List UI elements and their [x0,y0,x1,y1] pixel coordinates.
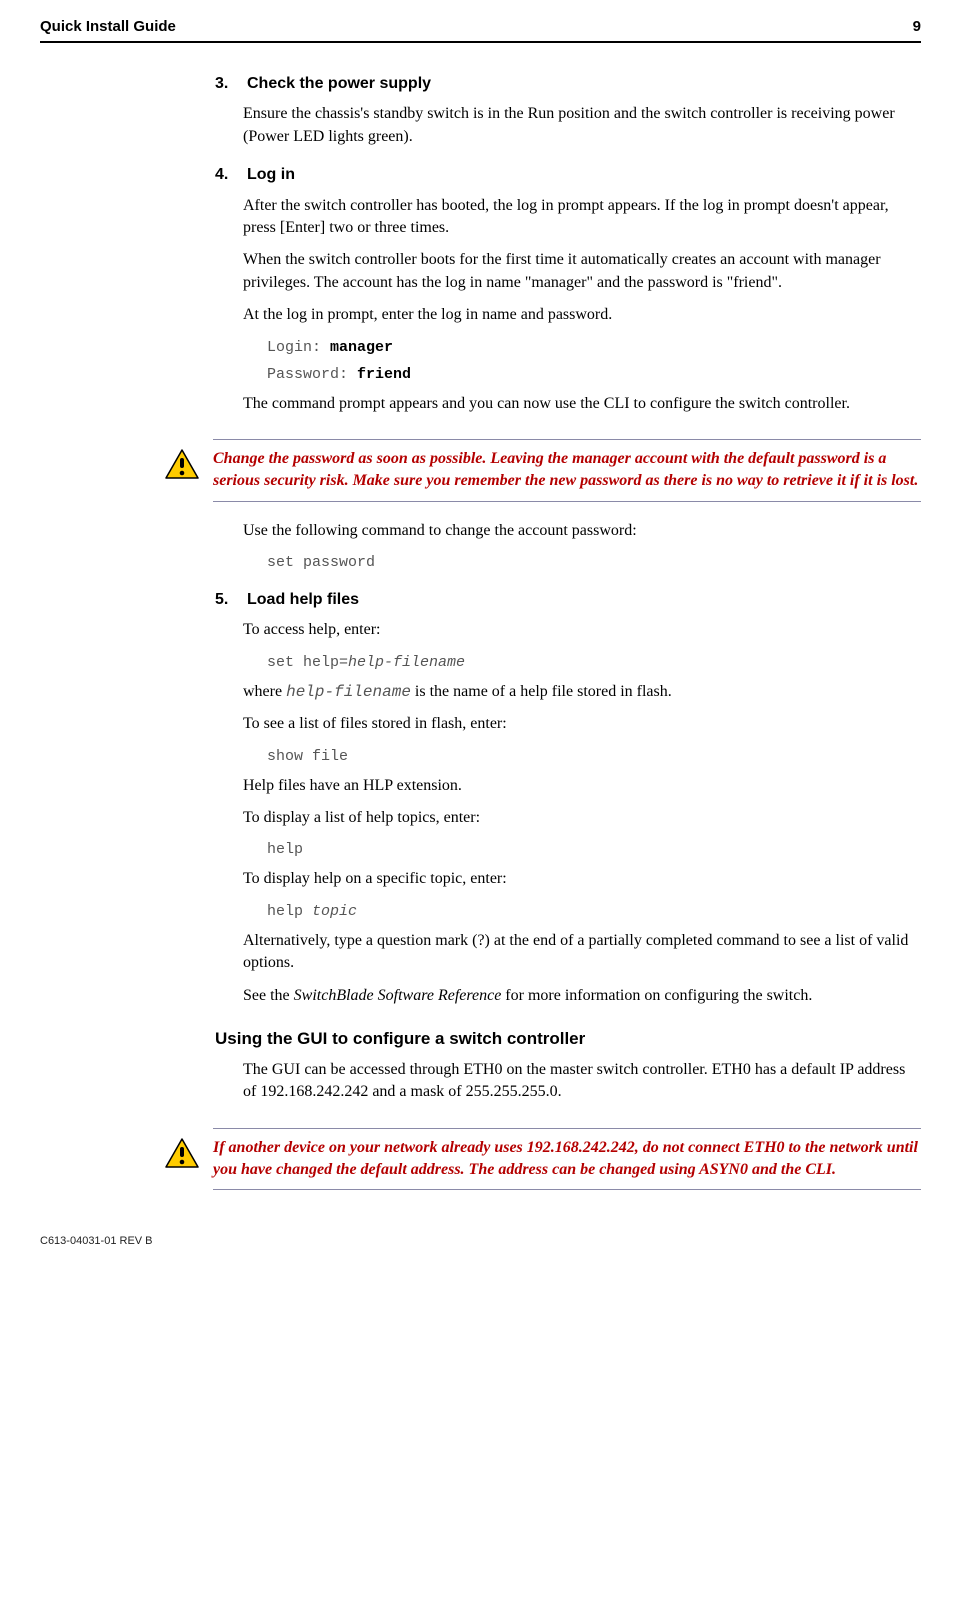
warning-1: Change the password as soon as possible.… [165,439,921,502]
step-title: Load help files [247,591,359,608]
step-title: Check the power supply [247,75,431,92]
login-value: manager [330,339,393,356]
step-5: 5. Load help files [215,589,921,611]
text: for more information on configuring the … [501,987,812,1004]
inline-code: help-filename [286,683,411,701]
doc-reference: SwitchBlade Software Reference [294,987,502,1004]
warning-2: If another device on your network alread… [165,1128,921,1191]
step-3-body: Ensure the chassis's standby switch is i… [243,103,921,148]
warning-icon [165,1138,199,1175]
cmd-show-file: show file [267,746,921,767]
login-code: Login: manager [267,337,921,358]
warning-1-text: Change the password as soon as possible.… [213,439,921,502]
password-label: Password: [267,366,357,383]
warning-2-text: If another device on your network alread… [213,1128,921,1191]
cmd-set-help: set help=help-filename [267,652,921,673]
header-page-number: 9 [913,16,921,37]
step-4-p3: At the log in prompt, enter the log in n… [243,304,921,326]
step-5-p6: To display help on a specific topic, ent… [243,868,921,890]
password-code: Password: friend [267,364,921,385]
step-4: 4. Log in [215,164,921,186]
step-title: Log in [247,166,295,183]
footer-doc-id: C613-04031-01 REV B [40,1234,921,1249]
step-3: 3. Check the power supply [215,73,921,95]
step-5-p4: Help files have an HLP extension. [243,775,921,797]
cmd-help-topic: help topic [267,901,921,922]
step-5-p3: To see a list of files stored in flash, … [243,713,921,735]
cmd-help: help [267,839,921,860]
step-5-p1: To access help, enter: [243,619,921,641]
cmd-set-password: set password [267,552,921,573]
step-5-p8: See the SwitchBlade Software Reference f… [243,985,921,1007]
step-4-p4: The command prompt appears and you can n… [243,393,921,415]
warning-icon [165,449,199,486]
text: where [243,683,286,700]
text: See the [243,987,294,1004]
gui-p1: The GUI can be accessed through ETH0 on … [243,1059,921,1104]
gui-heading: Using the GUI to configure a switch cont… [215,1027,921,1051]
step-number: 5. [215,589,243,611]
cmd-placeholder: topic [312,903,357,920]
cmd-text: help [267,903,312,920]
step-5-p7: Alternatively, type a question mark (?) … [243,930,921,975]
step-number: 3. [215,73,243,95]
header-title: Quick Install Guide [40,16,176,37]
step-5-p2: where help-filename is the name of a hel… [243,681,921,703]
step-5-p5: To display a list of help topics, enter: [243,807,921,829]
page-header: Quick Install Guide 9 [40,16,921,43]
login-label: Login: [267,339,330,356]
text: is the name of a help file stored in fla… [411,683,672,700]
password-value: friend [357,366,411,383]
step-4-p2: When the switch controller boots for the… [243,249,921,294]
cmd-placeholder: help-filename [348,654,465,671]
step-4-p1: After the switch controller has booted, … [243,195,921,240]
step-number: 4. [215,164,243,186]
post-warn-p1: Use the following command to change the … [243,520,921,542]
cmd-text: set help= [267,654,348,671]
